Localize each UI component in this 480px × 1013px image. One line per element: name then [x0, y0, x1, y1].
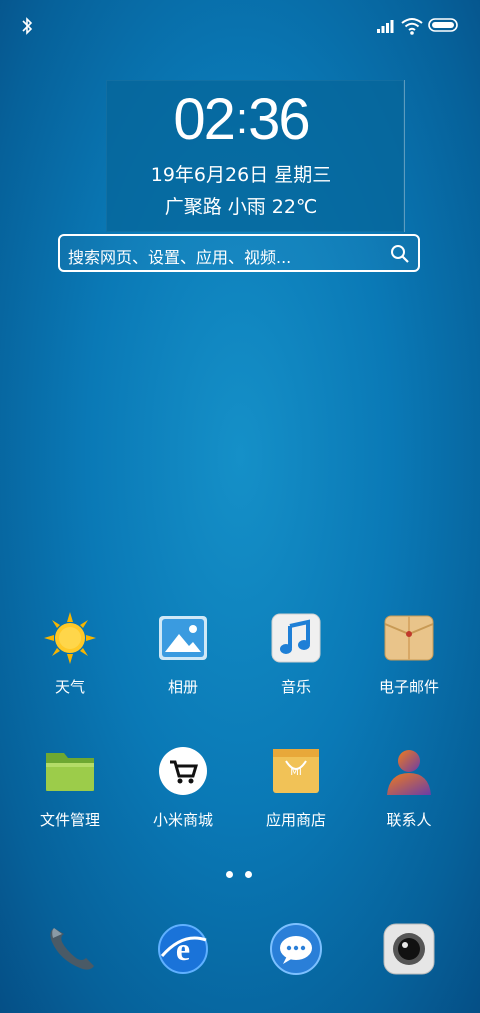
status-bar — [0, 0, 480, 50]
app-label: 音乐 — [280, 678, 311, 696]
svg-text:MI: MI — [290, 767, 302, 778]
clock-weather-widget[interactable]: 02:36 19年6月26日 星期三 广聚路 小雨 22℃ — [106, 80, 405, 232]
app-weather[interactable]: 天气 — [14, 612, 126, 697]
app-label: 小米商城 — [152, 811, 213, 829]
dock-phone[interactable] — [15, 922, 127, 976]
sun-icon — [44, 612, 96, 664]
search-icon[interactable] — [390, 244, 410, 264]
page-dot[interactable] — [226, 871, 233, 878]
person-icon — [383, 745, 435, 797]
search-input[interactable]: 搜索网页、设置、应用、视频... — [68, 244, 291, 268]
app-label: 相册 — [167, 678, 198, 696]
message-bubble-icon — [269, 922, 323, 976]
clock-time: 02:36 — [173, 87, 310, 152]
date-text: 19年6月26日 星期三 — [150, 164, 332, 186]
app-label: 文件管理 — [39, 811, 100, 829]
app-email[interactable]: 电子邮件 — [353, 612, 465, 697]
music-note-icon — [270, 612, 322, 664]
browser-e-icon: e — [156, 922, 210, 976]
app-label: 电子邮件 — [378, 678, 439, 696]
app-mi-store[interactable]: 小米商城 — [127, 745, 239, 830]
app-app-store[interactable]: MI 应用商店 — [240, 745, 352, 830]
app-contacts[interactable]: 联系人 — [353, 745, 465, 830]
dock-browser[interactable]: e — [127, 922, 239, 976]
wifi-icon — [401, 18, 423, 35]
weather-text: 广聚路 小雨 22℃ — [164, 196, 318, 218]
app-label: 应用商店 — [265, 811, 326, 829]
dock-camera[interactable] — [353, 922, 465, 976]
app-music[interactable]: 音乐 — [240, 612, 352, 697]
app-label: 天气 — [54, 678, 85, 696]
phone-handset-icon — [44, 922, 98, 976]
shopping-cart-icon — [157, 745, 209, 797]
page-dot[interactable] — [245, 871, 252, 878]
shopping-bag-icon: MI — [270, 745, 322, 797]
battery-icon — [428, 18, 458, 32]
gallery-icon — [157, 612, 209, 664]
camera-lens-icon — [382, 922, 436, 976]
page-indicator[interactable] — [226, 871, 254, 879]
svg-text:e: e — [176, 931, 190, 967]
folder-icon — [44, 745, 96, 797]
signal-strength-icon — [377, 20, 394, 33]
bluetooth-icon — [22, 17, 33, 35]
search-bar[interactable]: 搜索网页、设置、应用、视频... — [58, 234, 420, 272]
envelope-icon — [383, 612, 435, 664]
app-file-manager[interactable]: 文件管理 — [14, 745, 126, 830]
app-label: 联系人 — [386, 811, 432, 829]
app-gallery[interactable]: 相册 — [127, 612, 239, 697]
dock-messages[interactable] — [240, 922, 352, 976]
